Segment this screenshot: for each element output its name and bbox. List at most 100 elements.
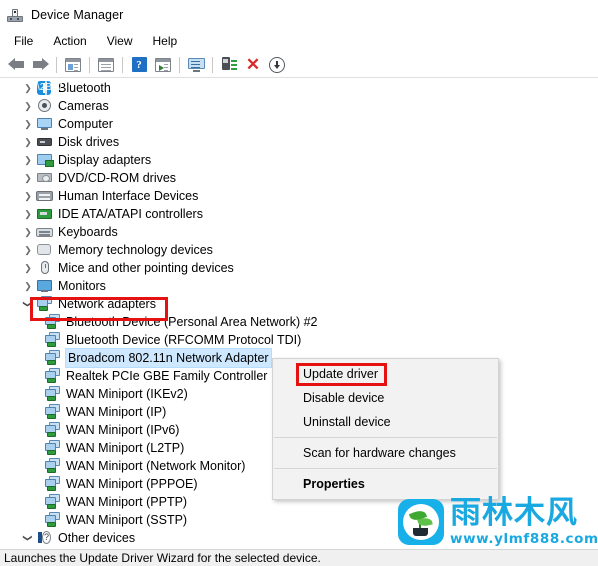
tree-item-label: WAN Miniport (L2TP) (66, 441, 185, 455)
context-menu-item-update-driver[interactable]: Update driver (273, 362, 498, 386)
mouse-icon (36, 260, 54, 276)
toolbar-separator (212, 56, 213, 73)
chevron-right-icon[interactable]: ❯ (20, 223, 36, 241)
tree-item-memory-technology-devices[interactable]: ❯ Memory technology devices (0, 241, 598, 259)
chevron-right-icon[interactable]: ❯ (20, 205, 36, 223)
tree-item-bluetooth[interactable]: ❯ Bluetooth (0, 79, 598, 97)
tree-item-human-interface-devices[interactable]: ❯ Human Interface Devices (0, 187, 598, 205)
update-driver-button[interactable] (184, 54, 208, 76)
tree-item-cameras[interactable]: ❯ Cameras (0, 97, 598, 115)
chevron-right-icon[interactable]: ❯ (20, 97, 36, 115)
context-menu-item-uninstall-device[interactable]: Uninstall device (273, 410, 498, 434)
tree-item-label: WAN Miniport (SSTP) (66, 513, 188, 527)
tree-item-computer[interactable]: ❯ Computer (0, 115, 598, 133)
monitor-icon (36, 278, 54, 294)
tree-item-label: WAN Miniport (PPPOE) (66, 477, 198, 491)
tree-item-network-adapters[interactable]: ❯ Network adapters (0, 295, 598, 313)
disable-device-button[interactable] (265, 54, 289, 76)
tree-item-ide-ata-atapi-controllers[interactable]: ❯ IDE ATA/ATAPI controllers (0, 205, 598, 223)
help-button[interactable]: ? (127, 54, 151, 76)
network-adapter-icon (44, 512, 62, 528)
chevron-down-icon[interactable]: ❯ (19, 530, 37, 546)
tree-item-label: WAN Miniport (Network Monitor) (66, 459, 246, 473)
toolbar-separator (179, 56, 180, 73)
ide-controller-icon (36, 206, 54, 222)
chevron-right-icon[interactable]: ❯ (20, 133, 36, 151)
tree-item-display-adapters[interactable]: ❯ Display adapters (0, 151, 598, 169)
tree-item-label: Disk drives (58, 135, 120, 149)
chevron-right-icon[interactable]: ❯ (20, 115, 36, 133)
computer-icon (36, 116, 54, 132)
tree-item-wan-miniport-sstp[interactable]: WAN Miniport (SSTP) (0, 511, 598, 529)
chevron-right-icon[interactable]: ❯ (20, 259, 36, 277)
tree-item-label: Human Interface Devices (58, 189, 199, 203)
tree-item-label: Monitors (58, 279, 106, 293)
menu-action[interactable]: Action (43, 32, 96, 50)
uninstall-device-button[interactable]: ✕ (241, 54, 265, 76)
menu-help[interactable]: Help (143, 32, 188, 50)
toolbar-separator (89, 56, 90, 73)
monitor-icon (187, 57, 205, 72)
chevron-right-icon[interactable]: ❯ (20, 187, 36, 205)
tree-item-label: WAN Miniport (IP) (66, 405, 167, 419)
toolbar-separator (56, 56, 57, 73)
context-menu-item-scan-for-hardware-changes[interactable]: Scan for hardware changes (273, 441, 498, 465)
network-adapter-icon (44, 422, 62, 438)
forward-button[interactable] (28, 54, 52, 76)
status-bar-text: Launches the Update Driver Wizard for th… (4, 551, 321, 565)
tree-item-keyboards[interactable]: ❯ Keyboards (0, 223, 598, 241)
dvd-drive-icon (36, 170, 54, 186)
bluetooth-icon (36, 80, 54, 96)
menu-file[interactable]: File (4, 32, 43, 50)
tree-item-label: Other devices (58, 531, 136, 545)
tree-item-label: Mice and other pointing devices (58, 261, 234, 275)
tree-item-label: Bluetooth Device (RFCOMM Protocol TDI) (66, 333, 302, 347)
menu-view[interactable]: View (97, 32, 143, 50)
tree-item-label: Computer (58, 117, 113, 131)
context-menu-item-disable-device[interactable]: Disable device (273, 386, 498, 410)
console-tree-icon (65, 57, 81, 72)
device-manager-window: Device Manager File Action View Help ? ✕… (0, 0, 598, 566)
context-menu-item-properties[interactable]: Properties (273, 472, 498, 496)
chevron-right-icon[interactable]: ❯ (20, 277, 36, 295)
tree-item-monitors[interactable]: ❯ Monitors (0, 277, 598, 295)
back-button[interactable] (4, 54, 28, 76)
tree-item-label: WAN Miniport (IPv6) (66, 423, 180, 437)
device-manager-icon (6, 6, 24, 24)
chevron-right-icon[interactable]: ❯ (20, 241, 36, 259)
context-menu-separator (274, 437, 497, 438)
chevron-down-icon[interactable]: ❯ (19, 296, 37, 312)
show-hide-action-pane-button[interactable] (151, 54, 175, 76)
tree-item-label: Cameras (58, 99, 109, 113)
tree-item-disk-drives[interactable]: ❯ Disk drives (0, 133, 598, 151)
keyboard-icon (36, 224, 54, 240)
network-adapter-icon (44, 440, 62, 456)
tree-item-label: Network adapters (58, 297, 156, 311)
tree-item-label: Broadcom 802.11n Network Adapter (65, 348, 272, 368)
hid-icon (36, 188, 54, 204)
action-pane-icon (155, 57, 171, 72)
tree-item-label: IDE ATA/ATAPI controllers (58, 207, 203, 221)
memory-icon (36, 242, 54, 258)
chevron-right-icon[interactable]: ❯ (20, 79, 36, 97)
chevron-right-icon[interactable]: ❯ (20, 169, 36, 187)
show-hide-console-tree-button[interactable] (61, 54, 85, 76)
other-devices-warning-icon: ? (36, 530, 54, 546)
tree-item-label: DVD/CD-ROM drives (58, 171, 177, 185)
tree-item-mice-and-other-pointing-devices[interactable]: ❯ Mice and other pointing devices (0, 259, 598, 277)
context-menu-separator (274, 468, 497, 469)
tree-item-bluetooth-device-rfcomm[interactable]: Bluetooth Device (RFCOMM Protocol TDI) (0, 331, 598, 349)
tree-item-bluetooth-device-pan2[interactable]: Bluetooth Device (Personal Area Network)… (0, 313, 598, 331)
context-menu[interactable]: Update driver Disable device Uninstall d… (272, 358, 499, 500)
tree-item-dvd-cdrom-drives[interactable]: ❯ DVD/CD-ROM drives (0, 169, 598, 187)
network-adapter-icon (44, 494, 62, 510)
scan-for-hardware-changes-button[interactable] (217, 54, 241, 76)
tree-item-other-devices[interactable]: ❯ ? Other devices (0, 529, 598, 547)
network-adapter-icon (44, 314, 62, 330)
properties-window-icon (98, 57, 114, 72)
forward-arrow-icon (32, 58, 49, 71)
chevron-right-icon[interactable]: ❯ (20, 151, 36, 169)
help-question-icon: ? (131, 57, 147, 72)
network-adapter-icon (44, 350, 62, 366)
properties-button[interactable] (94, 54, 118, 76)
